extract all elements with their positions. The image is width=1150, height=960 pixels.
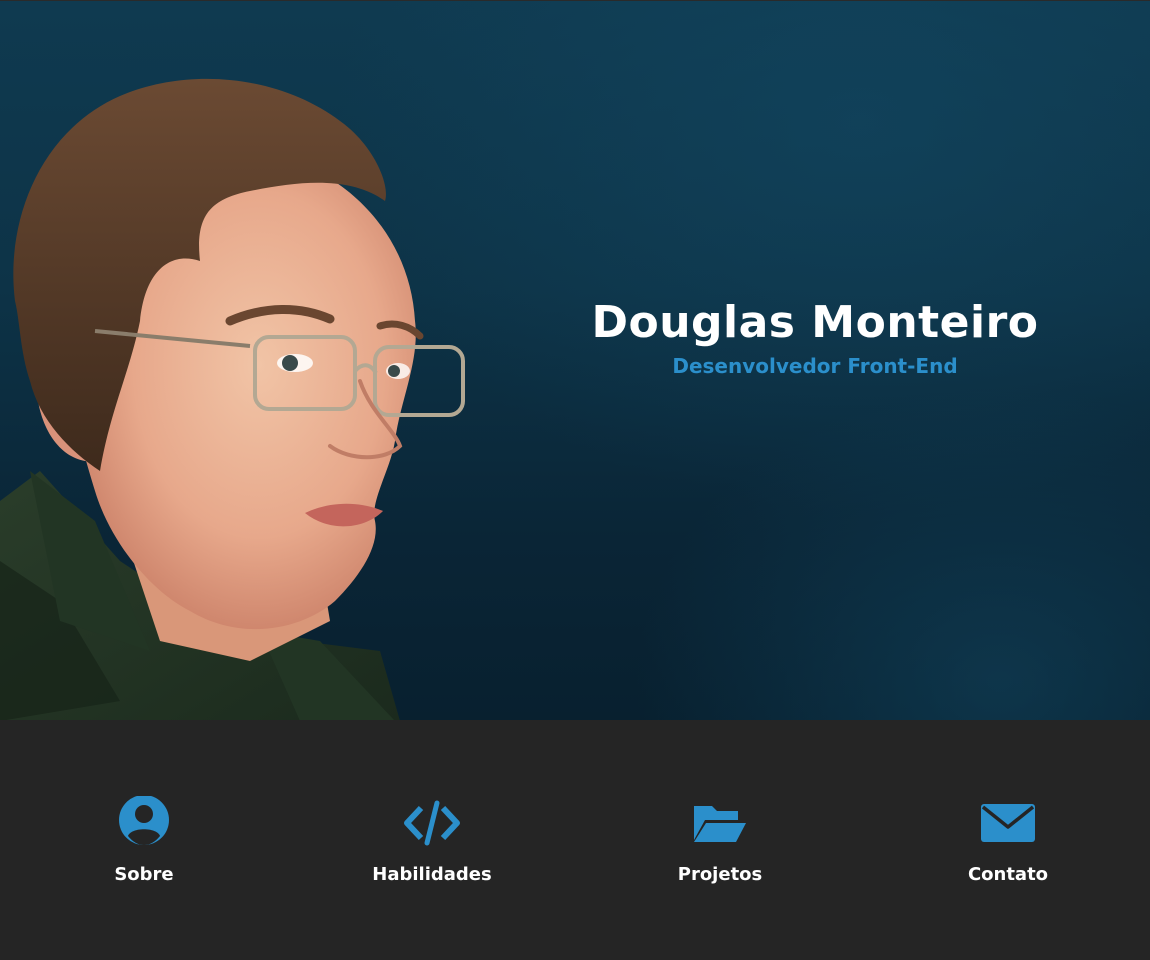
nav-item-sobre[interactable]: Sobre <box>44 796 244 896</box>
profile-portrait <box>0 78 465 720</box>
hero-heading-group: Douglas Monteiro Desenvolvedor Front-End <box>560 293 1070 379</box>
hero-name: Douglas Monteiro <box>591 297 1039 348</box>
hero-section: Douglas Monteiro Desenvolvedor Front-End <box>0 0 1150 720</box>
envelope-icon <box>981 804 1035 842</box>
nav-label-projetos: Projetos <box>677 864 763 885</box>
nav-label-habilidades: Habilidades <box>372 864 492 885</box>
code-icon <box>404 800 460 846</box>
hero-role: Desenvolvedor Front-End <box>672 354 958 378</box>
nav-label-sobre: Sobre <box>114 864 174 885</box>
nav-item-contato[interactable]: Contato <box>908 796 1108 896</box>
bottom-navigation: Sobre Habilidades Projetos Contato <box>0 720 1150 960</box>
nav-item-projetos[interactable]: Projetos <box>620 796 820 896</box>
nav-item-habilidades[interactable]: Habilidades <box>332 796 532 896</box>
user-circle-icon <box>119 796 169 845</box>
nav-label-contato: Contato <box>967 864 1049 885</box>
folder-open-icon <box>694 806 746 842</box>
